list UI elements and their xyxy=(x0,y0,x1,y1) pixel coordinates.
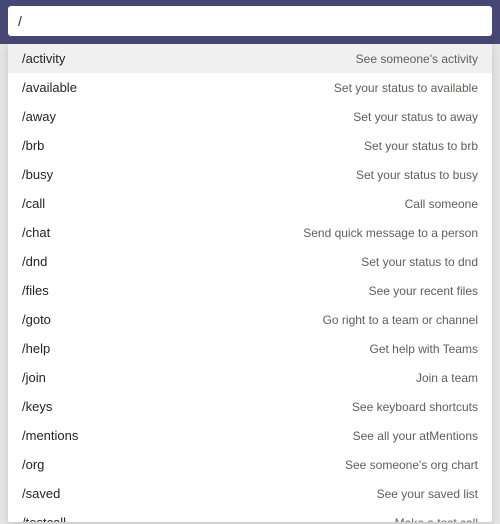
command-desc: Set your status to dnd xyxy=(361,255,478,269)
command-row[interactable]: /keys See keyboard shortcuts xyxy=(8,392,492,421)
command-desc: Call someone xyxy=(405,197,478,211)
command-desc: See your saved list xyxy=(377,487,478,501)
command-name: /activity xyxy=(22,51,65,66)
command-row[interactable]: /goto Go right to a team or channel xyxy=(8,305,492,334)
command-desc: See all your atMentions xyxy=(353,429,478,443)
command-name: /saved xyxy=(22,486,60,501)
command-name: /files xyxy=(22,283,49,298)
command-name: /help xyxy=(22,341,50,356)
search-wrapper[interactable] xyxy=(8,6,492,36)
command-row[interactable]: /files See your recent files xyxy=(8,276,492,305)
command-desc: See your recent files xyxy=(369,284,478,298)
command-row[interactable]: /dnd Set your status to dnd xyxy=(8,247,492,276)
command-row[interactable]: /saved See your saved list xyxy=(8,479,492,508)
command-desc: Go right to a team or channel xyxy=(323,313,478,327)
command-desc: See someone's org chart xyxy=(345,458,478,472)
command-desc: See keyboard shortcuts xyxy=(352,400,478,414)
command-name: /away xyxy=(22,109,56,124)
command-name: /goto xyxy=(22,312,51,327)
command-name: /available xyxy=(22,80,77,95)
command-row[interactable]: /testcall Make a test call xyxy=(8,508,492,522)
search-input[interactable] xyxy=(18,13,482,29)
command-desc: Set your status to brb xyxy=(364,139,478,153)
command-name: /brb xyxy=(22,138,44,153)
command-desc: Join a team xyxy=(416,371,478,385)
command-row[interactable]: /help Get help with Teams xyxy=(8,334,492,363)
command-name: /call xyxy=(22,196,45,211)
command-row[interactable]: /activity See someone's activity xyxy=(8,44,492,73)
command-name: /dnd xyxy=(22,254,47,269)
command-row[interactable]: /chat Send quick message to a person xyxy=(8,218,492,247)
command-desc: Send quick message to a person xyxy=(303,226,478,240)
command-desc: Set your status to available xyxy=(334,81,478,95)
command-row[interactable]: /away Set your status to away xyxy=(8,102,492,131)
command-desc: Get help with Teams xyxy=(370,342,479,356)
command-desc: See someone's activity xyxy=(356,52,478,66)
command-row[interactable]: /brb Set your status to brb xyxy=(8,131,492,160)
command-desc: Set your status to away xyxy=(353,110,478,124)
command-row[interactable]: /org See someone's org chart xyxy=(8,450,492,479)
command-name: /keys xyxy=(22,399,52,414)
command-row[interactable]: /join Join a team xyxy=(8,363,492,392)
command-name: /chat xyxy=(22,225,50,240)
command-row[interactable]: /call Call someone xyxy=(8,189,492,218)
command-name: /join xyxy=(22,370,46,385)
command-name: /testcall xyxy=(22,515,66,522)
command-dropdown: /activity See someone's activity/availabl… xyxy=(8,44,492,522)
command-row[interactable]: /mentions See all your atMentions xyxy=(8,421,492,450)
command-desc: Make a test call xyxy=(395,516,478,523)
command-row[interactable]: /available Set your status to available xyxy=(8,73,492,102)
command-row[interactable]: /busy Set your status to busy xyxy=(8,160,492,189)
command-name: /mentions xyxy=(22,428,78,443)
command-name: /org xyxy=(22,457,44,472)
command-name: /busy xyxy=(22,167,53,182)
command-desc: Set your status to busy xyxy=(356,168,478,182)
header-bar xyxy=(0,0,500,44)
